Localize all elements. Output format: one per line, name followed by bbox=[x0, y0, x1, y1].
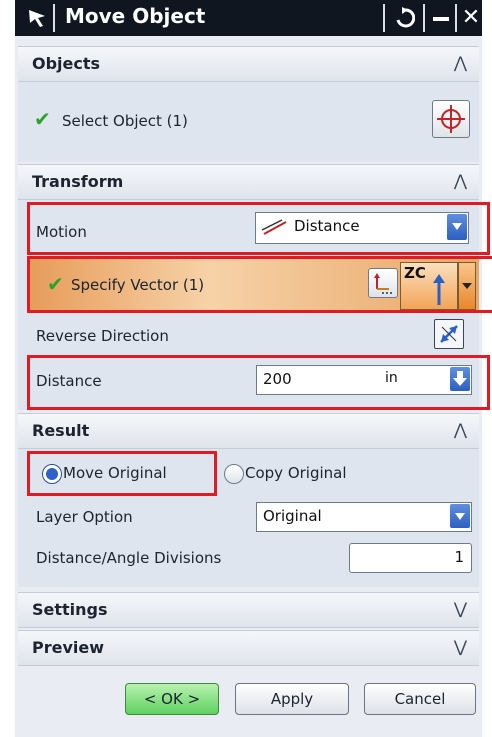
chevron-down-icon[interactable]: ⋁ bbox=[454, 637, 467, 656]
distance-options-icon[interactable] bbox=[450, 367, 470, 391]
checkmark-icon: ✔ bbox=[34, 107, 51, 131]
cancel-button[interactable]: Cancel bbox=[364, 683, 476, 715]
copy-original-label: Copy Original bbox=[245, 464, 347, 482]
distance-input[interactable]: 200 in bbox=[256, 365, 472, 395]
section-result-label: Result bbox=[32, 421, 90, 440]
vector-dialog-button[interactable] bbox=[368, 268, 398, 298]
section-transform[interactable]: Transform ⋀ bbox=[18, 164, 479, 200]
motion-label: Motion bbox=[36, 223, 87, 241]
divisions-input[interactable]: 1 bbox=[349, 543, 472, 573]
button-bar: < OK > Apply Cancel bbox=[18, 666, 479, 737]
section-objects-label: Objects bbox=[32, 54, 101, 73]
select-object-label: Select Object (1) bbox=[62, 112, 188, 130]
close-icon[interactable]: ✕ bbox=[455, 3, 487, 33]
objects-panel: ✔ Select Object (1) bbox=[18, 82, 479, 162]
reset-icon[interactable] bbox=[389, 3, 421, 33]
chevron-down-icon[interactable] bbox=[447, 214, 467, 240]
chevron-down-icon[interactable] bbox=[450, 504, 470, 528]
chevron-up-icon[interactable]: ⋀ bbox=[454, 53, 467, 72]
motion-dropdown[interactable]: Distance bbox=[255, 212, 469, 244]
title-bar: Move Object ✕ bbox=[15, 0, 482, 36]
layer-option-dropdown[interactable]: Original bbox=[256, 502, 472, 532]
divisions-value: 1 bbox=[454, 548, 464, 566]
collapse-icon[interactable] bbox=[425, 3, 457, 33]
section-result[interactable]: Result ⋀ bbox=[18, 413, 479, 449]
zc-axis-dropdown[interactable]: ZC bbox=[400, 262, 458, 310]
distance-unit: in bbox=[385, 370, 398, 386]
reverse-direction-button[interactable] bbox=[434, 319, 464, 349]
copy-original-radio[interactable] bbox=[224, 464, 244, 484]
layer-option-value: Original bbox=[263, 507, 322, 525]
move-object-dialog: Move Object ✕ Objects ⋀ ✔ Select Object … bbox=[15, 0, 492, 737]
chevron-down-icon[interactable]: ⋁ bbox=[454, 599, 467, 618]
zc-axis-arrow-icon bbox=[433, 274, 445, 305]
zc-axis-label: ZC bbox=[404, 264, 426, 282]
specify-vector-label: Specify Vector (1) bbox=[71, 276, 205, 294]
reverse-direction-icon bbox=[440, 325, 458, 343]
crosshair-select-button[interactable] bbox=[432, 100, 470, 138]
distance-label: Distance bbox=[36, 372, 102, 390]
section-transform-label: Transform bbox=[32, 172, 124, 191]
checkmark-icon: ✔ bbox=[47, 272, 64, 296]
chevron-up-icon[interactable]: ⋀ bbox=[454, 171, 467, 190]
cursor-arrow-icon bbox=[29, 10, 45, 27]
dialog-title: Move Object bbox=[65, 4, 206, 28]
ok-button[interactable]: < OK > bbox=[125, 683, 219, 715]
motion-value: Distance bbox=[294, 217, 360, 235]
move-original-radio[interactable] bbox=[42, 464, 62, 484]
section-preview[interactable]: Preview ⋁ bbox=[18, 630, 479, 666]
section-settings[interactable]: Settings ⋁ bbox=[18, 592, 479, 628]
divisions-label: Distance/Angle Divisions bbox=[36, 549, 222, 567]
distance-value: 200 bbox=[263, 370, 292, 388]
chevron-up-icon[interactable]: ⋀ bbox=[454, 420, 467, 439]
apply-button[interactable]: Apply bbox=[235, 683, 349, 715]
title-separator bbox=[53, 4, 55, 32]
crosshair-icon bbox=[437, 105, 465, 133]
distance-motion-icon bbox=[261, 219, 287, 235]
reverse-direction-label: Reverse Direction bbox=[36, 327, 169, 345]
section-objects[interactable]: Objects ⋀ bbox=[18, 46, 479, 82]
section-preview-label: Preview bbox=[32, 638, 105, 657]
layer-option-label: Layer Option bbox=[36, 508, 133, 526]
title-separator bbox=[383, 4, 385, 32]
chevron-down-icon[interactable] bbox=[458, 262, 476, 310]
section-settings-label: Settings bbox=[32, 600, 108, 619]
vector-constructor-icon bbox=[374, 273, 392, 294]
move-original-label: Move Original bbox=[63, 464, 167, 482]
